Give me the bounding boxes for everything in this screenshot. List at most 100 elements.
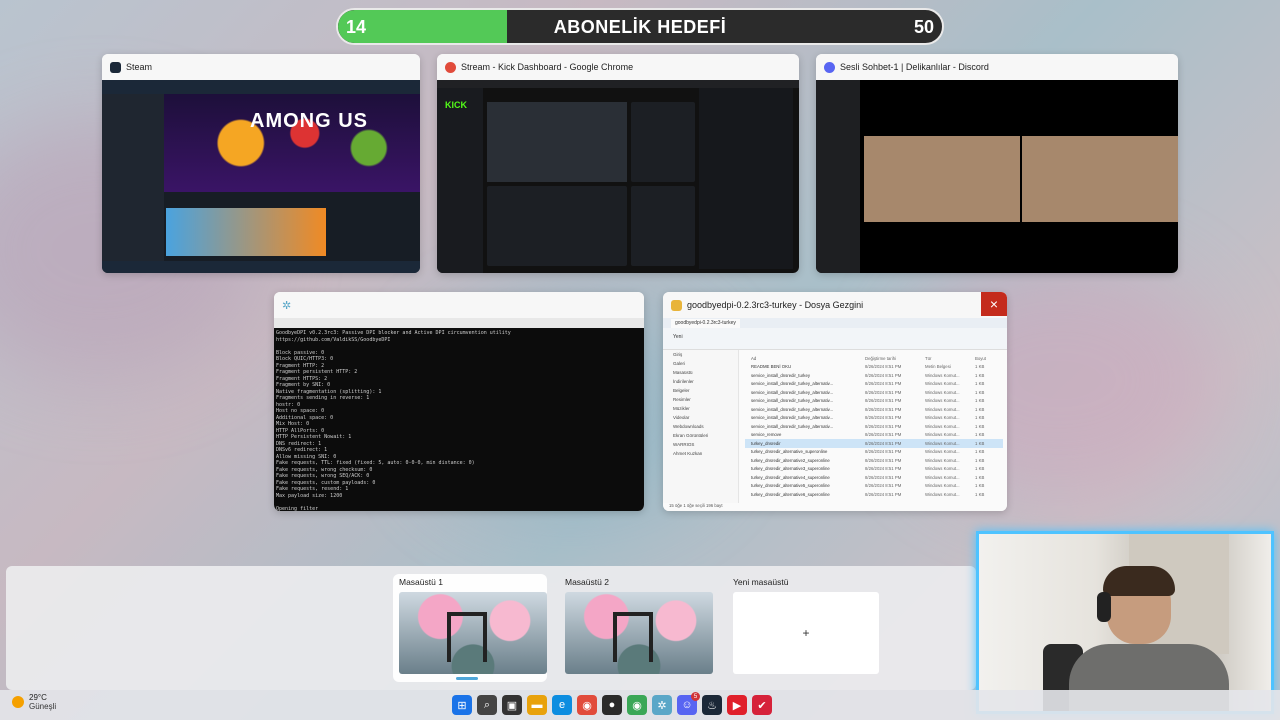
chrome-icon	[445, 61, 456, 73]
kick-logo: KICK	[445, 100, 467, 110]
file-type: Windows Komut...	[925, 457, 960, 463]
discord-icon[interactable]: ☺ 5	[677, 692, 700, 715]
file-name: turkey_dnsredir_alternative2_superonline	[751, 457, 830, 463]
file-row[interactable]: turkey_dnsredir_alternative4_superonline…	[745, 473, 1003, 482]
file-size: 1 KB	[975, 466, 985, 472]
file-date: 8/26/2024 8:51 PM	[865, 440, 902, 446]
column-header[interactable]: Tür	[925, 356, 975, 361]
file-list-header: Ad Değiştirme tarihi Tür Boyut	[745, 354, 1003, 363]
file-row[interactable]: service_install_dnsredir_turkey_alternat…	[745, 388, 1003, 397]
nav-item[interactable]: Belgeler	[663, 386, 738, 395]
stream-preview	[487, 102, 627, 182]
file-name: service_install_dnsredir_turkey_alternat…	[751, 398, 834, 404]
start-icon[interactable]: ⊞	[452, 695, 472, 715]
file-name: turkey_dnsredir_alternative5_superonline	[751, 483, 830, 489]
voice-participant-tile[interactable]	[864, 136, 1020, 222]
file-row[interactable]: README BENİ OKU 8/26/2024 8:51 PM Metin Be…	[745, 363, 1003, 372]
steam-content: AMONG US	[102, 80, 420, 273]
file-row[interactable]: turkey_dnsredir_alternative2_superonline…	[745, 456, 1003, 465]
nav-item[interactable]: Resimler	[663, 395, 738, 404]
desktop-1[interactable]: Masaüstü 1	[393, 574, 547, 682]
new-desktop-button[interactable]: Yeni masaüstü +	[727, 574, 881, 682]
file-type: Windows Komut...	[925, 466, 960, 472]
file-row[interactable]: service_install_dnsredir_turkey_alternat…	[745, 380, 1003, 389]
close-button[interactable]: ×	[981, 292, 1007, 316]
nav-item[interactable]: Galeri	[663, 359, 738, 368]
file-type: Windows Komut...	[925, 372, 960, 378]
window-title-bar[interactable]: Sesli Sohbet-1 | Delikanlılar - Discord	[816, 54, 1178, 80]
torii-gate	[447, 612, 487, 662]
nav-item[interactable]: İndirilenler	[663, 377, 738, 386]
window-goodbyedpi-console[interactable]: ✲ GoodbyeDPI v0.2.3rc3: Passive DPI bloc…	[274, 292, 644, 511]
file-row[interactable]: service_install_dnsredir_turkey_alternat…	[745, 422, 1003, 431]
active-desktop-indicator	[456, 677, 478, 680]
new-button[interactable]: Yeni	[673, 334, 683, 340]
file-row[interactable]: service_remove 8/26/2024 8:51 PM Windows K…	[745, 431, 1003, 440]
column-header[interactable]: Boyut	[975, 356, 995, 361]
weather-widget[interactable]: 29°C Güneşli	[12, 693, 56, 711]
file-row[interactable]: turkey_dnsredir_alternative_superonline 8…	[745, 448, 1003, 457]
file-row[interactable]: turkey_dnsredir 8/26/2024 8:51 PM Windows …	[745, 439, 1003, 448]
torii-gate	[613, 612, 653, 662]
edge-icon[interactable]: e	[552, 695, 572, 715]
file-row[interactable]: turkey_dnsredir_alternative3_superonline…	[745, 465, 1003, 474]
file-size: 1 KB	[975, 415, 985, 421]
goodbyedpi-icon[interactable]: ✲	[652, 695, 672, 715]
file-size: 1 KB	[975, 457, 985, 463]
obs-icon[interactable]: ●	[602, 695, 622, 715]
window-title-bar[interactable]: Stream - Kick Dashboard - Google Chrome	[437, 54, 799, 80]
nav-item[interactable]: Masaüstü	[663, 368, 738, 377]
desktop-2[interactable]: Masaüstü 2	[559, 574, 713, 682]
file-size: 1 KB	[975, 423, 985, 429]
voice-participant-tile[interactable]	[1022, 136, 1178, 222]
file-row[interactable]: service_install_dnsredir_turkey 8/26/2024…	[745, 371, 1003, 380]
nav-item[interactable]: Videolar	[663, 413, 738, 422]
search-icon[interactable]: ⌕	[477, 695, 497, 715]
console-tab-bar	[274, 318, 644, 328]
file-row[interactable]: service_install_dnsredir_turkey_alternat…	[745, 405, 1003, 414]
nav-item[interactable]: Müzikler	[663, 404, 738, 413]
file-type: Windows Komut...	[925, 474, 960, 480]
column-header[interactable]: Değiştirme tarihi	[865, 356, 925, 361]
nav-item[interactable]: Ahmet Kuzkan	[663, 449, 738, 458]
file-size: 1 KB	[975, 432, 985, 438]
app-icon[interactable]: ✔	[752, 695, 772, 715]
file-explorer-icon[interactable]: ▬	[527, 695, 547, 715]
taskbar: 29°C Güneşli ⊞ ⌕ ▣ ▬ e ◉ ● ◉ ✲ ☺ 5 ♨ ▶ ✔	[0, 690, 1280, 720]
window-steam[interactable]: Steam AMONG US	[102, 54, 420, 273]
window-file-explorer[interactable]: goodbyedpi-0.2.3rc3-turkey - Dosya Gezgi…	[663, 292, 1007, 511]
explorer-tab[interactable]: goodbyedpi-0.2.3rc3-turkey	[671, 319, 740, 328]
explorer-tab-bar: goodbyedpi-0.2.3rc3-turkey	[663, 318, 1007, 328]
chat-panel	[699, 88, 793, 269]
nav-item[interactable]: Giriş	[663, 350, 738, 359]
file-type: Windows Komut...	[925, 406, 960, 412]
window-title-bar[interactable]: ✲	[274, 292, 644, 318]
file-name: service_install_dnsredir_turkey_alternat…	[751, 423, 834, 429]
steam-icon[interactable]: ♨	[702, 695, 722, 715]
window-discord[interactable]: Sesli Sohbet-1 | Delikanlılar - Discord	[816, 54, 1178, 273]
goodbyedpi-glyph: ✲	[657, 699, 667, 712]
nav-item[interactable]: WARRIOS	[663, 440, 738, 449]
kick-content: KICK	[437, 80, 799, 273]
file-row[interactable]: service_install_dnsredir_turkey_alternat…	[745, 397, 1003, 406]
file-date: 8/26/2024 8:51 PM	[865, 491, 902, 497]
window-title-bar[interactable]: Steam	[102, 54, 420, 80]
window-title: goodbyedpi-0.2.3rc3-turkey - Dosya Gezgi…	[687, 300, 864, 310]
window-kick-dashboard[interactable]: Stream - Kick Dashboard - Google Chrome …	[437, 54, 799, 273]
file-row[interactable]: turkey_dnsredir_alternative5_superonline…	[745, 482, 1003, 491]
nav-item[interactable]: Ekran Görüntüleri	[663, 431, 738, 440]
weather-temperature: 29°C	[29, 693, 47, 702]
youtube-music-icon[interactable]: ▶	[727, 695, 747, 715]
nav-item[interactable]: Webdownloads	[663, 422, 738, 431]
steam-hero-title: AMONG US	[250, 110, 368, 132]
edge-glyph: e	[558, 699, 566, 711]
file-row[interactable]: turkey_dnsredir_alternative6_superonline…	[745, 490, 1003, 499]
task-view-icon[interactable]: ▣	[502, 695, 522, 715]
chrome-profile-icon[interactable]: ◉	[627, 695, 647, 715]
steam-library-sidebar	[102, 94, 164, 261]
file-row[interactable]: service_install_dnsredir_turkey_alternat…	[745, 414, 1003, 423]
chrome-icon[interactable]: ◉	[577, 695, 597, 715]
column-header[interactable]: Ad	[745, 356, 865, 361]
window-title-bar[interactable]: goodbyedpi-0.2.3rc3-turkey - Dosya Gezgi…	[663, 292, 1007, 318]
file-list: Ad Değiştirme tarihi Tür Boyut README BENİ O…	[745, 354, 1003, 503]
